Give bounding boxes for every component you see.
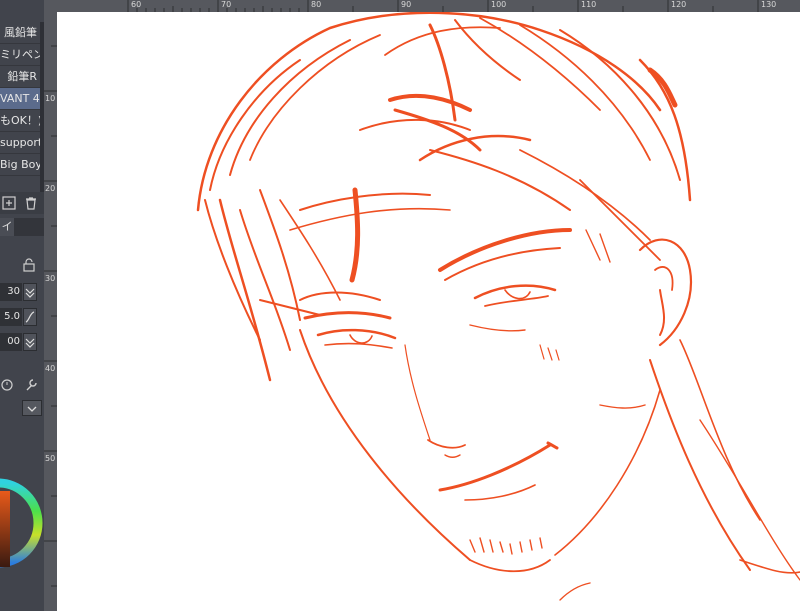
ruler-label: 20: [45, 184, 56, 193]
opacity-value[interactable]: 5.0: [0, 308, 22, 326]
chevron-down-icon: [25, 338, 35, 348]
ruler-label: 90: [401, 0, 412, 9]
ruler-label: 50: [45, 454, 56, 463]
brush-item[interactable]: support): [0, 132, 40, 154]
ruler-label: 30: [45, 274, 56, 283]
brush-list: 風鉛筆 ミリペン 鉛筆R VANT 4B もOK！) support) Big …: [0, 22, 40, 176]
new-brush-icon[interactable]: [2, 196, 16, 210]
tool-property-tabs: イ: [0, 218, 44, 236]
delete-icon[interactable]: [24, 196, 38, 210]
brush-item-selected[interactable]: VANT 4B: [0, 88, 40, 110]
chevron-down-icon: [25, 288, 35, 298]
chevron-down-icon: [27, 406, 37, 412]
brush-item[interactable]: 鉛筆R: [0, 66, 40, 88]
pressure-toggle-button[interactable]: [23, 283, 37, 301]
ruler-label: 60: [131, 0, 142, 9]
color-wheel[interactable]: [0, 455, 44, 585]
ruler-label: 10: [45, 94, 56, 103]
reset-icon[interactable]: [0, 378, 14, 392]
top-ruler: 60 70 80 90 100 110 120 130: [44, 0, 800, 12]
ruler-label: 110: [581, 0, 597, 9]
tab-tool-property[interactable]: イ: [0, 218, 14, 236]
pressure-icon: [25, 311, 35, 323]
brush-item[interactable]: Big Boy: [0, 154, 40, 176]
ruler-label: 100: [491, 0, 507, 9]
lock-icon[interactable]: [22, 258, 36, 272]
ruler-label: 80: [311, 0, 322, 9]
brush-panel: 風鉛筆 ミリペン 鉛筆R VANT 4B もOK！) support) Big …: [0, 0, 44, 611]
left-ruler: 10 20 30 40 50: [44, 12, 57, 611]
sub-tool-actions: [0, 374, 44, 396]
brush-item[interactable]: 風鉛筆: [0, 22, 40, 44]
ruler-label: 120: [671, 0, 687, 9]
sketch-drawing: [196, 12, 800, 601]
density-toggle-button[interactable]: [23, 333, 37, 351]
preset-dropdown[interactable]: [22, 400, 42, 416]
density-value[interactable]: 00: [0, 333, 22, 351]
brush-item[interactable]: ミリペン: [0, 44, 40, 66]
brush-size-value[interactable]: 30: [0, 283, 22, 301]
ruler-label: 40: [45, 364, 56, 373]
settings-icon[interactable]: [24, 378, 38, 392]
pressure-curve-button[interactable]: [23, 308, 37, 326]
drawing-canvas[interactable]: [57, 12, 800, 611]
ruler-label: 130: [761, 0, 777, 9]
brush-toolbar: [0, 192, 44, 214]
brush-item[interactable]: もOK！): [0, 110, 40, 132]
ruler-label: 70: [221, 0, 232, 9]
